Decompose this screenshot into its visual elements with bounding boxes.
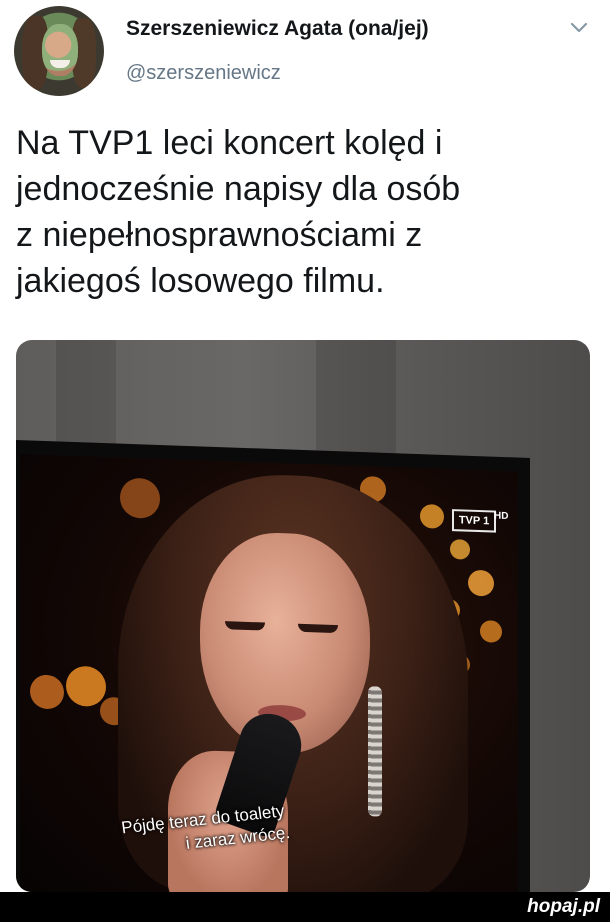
tv-channel-logo: TVP 1 xyxy=(452,509,496,533)
bokeh-light xyxy=(420,503,444,529)
singer-eye xyxy=(225,621,265,631)
watermark-logo: hopaj.pl xyxy=(527,896,600,917)
chevron-down-icon[interactable] xyxy=(568,16,590,38)
singer-eye xyxy=(298,623,338,634)
hd-badge: HD xyxy=(494,510,509,523)
author-name[interactable]: Szerszeniewicz Agata (ona/jej) xyxy=(126,17,429,41)
tweet-line: jednocześnie napisy dla osób xyxy=(16,170,461,208)
bokeh-light xyxy=(66,665,106,708)
avatar-face xyxy=(42,24,78,76)
bokeh-light xyxy=(480,620,502,643)
bokeh-light xyxy=(450,539,470,560)
tweet-line: Na TVP1 leci koncert kolęd i xyxy=(16,124,443,162)
tweet-line: jakiegoś losowego filmu. xyxy=(16,262,385,300)
tweet-line: z niepełnosprawnościami z xyxy=(16,216,423,254)
avatar[interactable] xyxy=(14,6,104,96)
bokeh-light xyxy=(468,569,494,597)
bokeh-light xyxy=(30,674,64,710)
bokeh-light xyxy=(120,477,160,519)
tweet-text: Na TVP1 leci koncert kolęd i jednocześni… xyxy=(16,120,596,304)
watermark-bar: hopaj.pl xyxy=(0,892,610,922)
tv-screen: TVP 1 HD Pójdę teraz do toalety i zaraz … xyxy=(20,454,518,892)
author-handle[interactable]: @szerszeniewicz xyxy=(126,62,281,85)
tweet-media-photo[interactable]: TVP 1 HD Pójdę teraz do toalety i zaraz … xyxy=(16,340,590,892)
wall-shadow xyxy=(316,340,396,460)
